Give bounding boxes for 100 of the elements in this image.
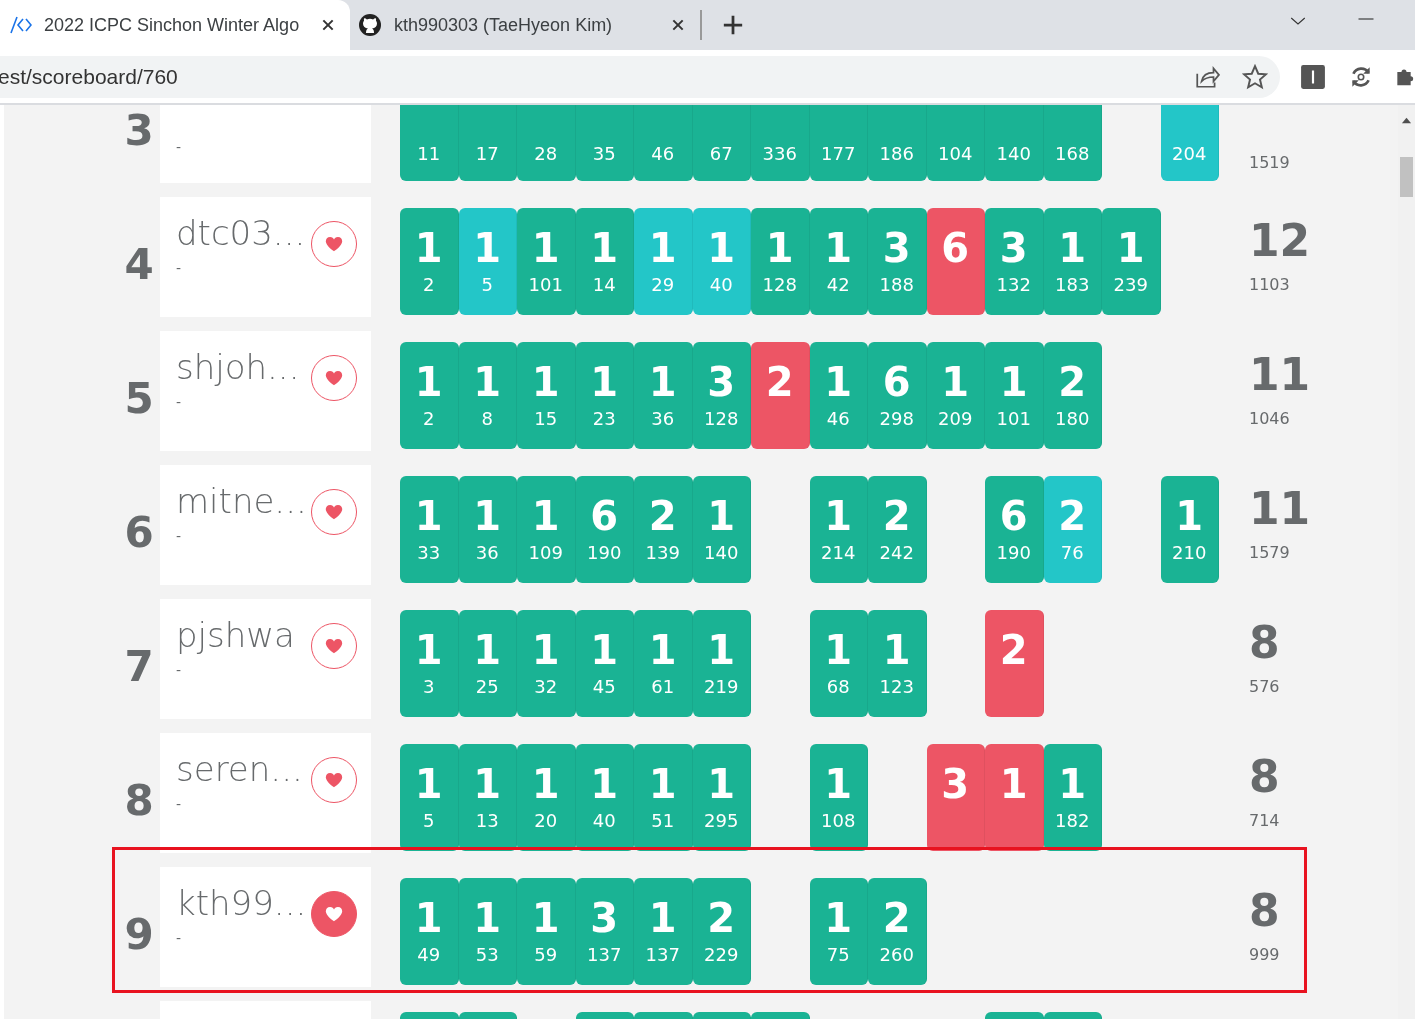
problem-cell: 46 [634,105,693,181]
problem-cell: 1 128 [751,208,810,315]
problem-cell: 1 32 [517,610,576,717]
rank-number: 4 [124,238,154,291]
browser-tab[interactable]: 2022 ICPC Sinchon Winter Algo [0,0,350,50]
problem-cell: 186 [868,105,927,181]
user-note: - [176,795,182,815]
problem-cell: 1 75 [809,878,868,985]
problem-cell: 1 40 [692,208,751,315]
problem-cell: 1 42 [809,208,868,315]
problem-cell: 17 [458,105,517,181]
problem-cell: 1 14 [575,208,634,315]
problem-cell: 104 [926,105,985,181]
favorite-button[interactable] [311,757,357,803]
favorite-button[interactable] [311,623,357,669]
problem-cell: 28 [517,105,576,181]
square-icon[interactable] [1300,63,1326,90]
problem-cell: 1 13 [458,744,517,851]
scroll-thumb[interactable] [1400,157,1413,197]
problem-cell: 2 260 [868,878,927,985]
problem-cell: 2 180 [1043,342,1102,449]
problem-cell: 1 8 [458,342,517,449]
problem-cell: 2 242 [868,476,927,583]
rank-number: 3 [124,105,154,157]
problem-cell: 1 36 [458,476,517,583]
problem-cell: 1 36 [634,342,693,449]
solved-count: 8 [1249,889,1280,933]
problem-cell: 1 59 [517,878,576,985]
problem-cell: 1 53 [458,878,517,985]
favorite-button[interactable] [311,489,357,535]
problem-cell: 1 49 [400,878,459,985]
problem-cell: 2 [751,342,810,449]
rank-number: 6 [124,506,154,559]
scroll-up-icon[interactable] [1401,115,1412,126]
problem-cell: 1 214 [809,476,868,583]
problem-cell: 1 109 [517,476,576,583]
problem-cell: 6 [926,208,985,315]
problem-cell: 1 [985,744,1044,851]
favorite-button[interactable] [311,221,357,267]
favorite-button[interactable] [311,891,357,937]
problem-cell: 1 123 [868,610,927,717]
problem-cell: 1 101 [517,208,576,315]
problem-cell: 1 210 [1160,476,1219,583]
browser-tab[interactable]: kth990303 (TaeHyeon Kim) [350,0,700,50]
problem-cell: 1 137 [634,878,693,985]
problem-cell: 2 [985,610,1044,717]
problem-cell: 1 61 [634,610,693,717]
close-icon[interactable] [320,17,336,33]
problem-cell: 1 40 [575,744,634,851]
user-name[interactable]: shjoh... [176,349,300,387]
close-icon[interactable] [670,17,686,33]
penalty-time: 1519 [1249,152,1290,174]
problem-cell: 1 23 [575,342,634,449]
problem-cell: 3 128 [692,342,751,449]
problem-cell: 1 101 [985,342,1044,449]
problem-cell: 177 [809,105,868,181]
problem-cell: 1 5 [458,208,517,315]
problem-cell: 1 183 [1043,208,1102,315]
problem-cell: 1 2 [400,208,459,315]
user-note: - [176,929,182,949]
star-icon[interactable] [1242,63,1268,90]
user-note: - [176,393,182,413]
problem-cell: 1 33 [400,476,459,583]
problem-cell: 3 188 [868,208,927,315]
problem-cell: 1 209 [926,342,985,449]
user-note: - [176,661,182,681]
favorite-button[interactable] [311,355,357,401]
user-note: - [176,527,182,547]
problem-cell: 1 108 [809,744,868,851]
user-name[interactable]: dtc03... [176,215,306,253]
problem-cell: 1 20 [517,744,576,851]
solved-count: 8 [1249,621,1280,665]
problem-cell: 1 295 [692,744,751,851]
user-name[interactable]: seren... [176,751,303,789]
problem-cell: 1 25 [458,610,517,717]
problem-cell: 1 140 [692,476,751,583]
user-name[interactable]: kth99... [176,885,307,923]
problem-cell: 3 [926,744,985,851]
problem-cell: 1 2 [400,342,459,449]
penalty-time: 999 [1249,944,1280,966]
problem-cell: 67 [692,105,751,181]
problem-cell: 2 76 [1043,476,1102,583]
rank-number: 8 [124,774,154,827]
problem-cell: 2 229 [692,878,751,985]
plus-icon[interactable] [722,14,744,36]
user-name[interactable]: pjshwa [176,617,295,655]
problem-cell: 3 137 [575,878,634,985]
penalty-time: 714 [1249,810,1280,832]
problem-cell: 204 [1160,105,1219,181]
solved-count: 11 [1249,353,1311,397]
penalty-time: 1046 [1249,408,1290,430]
penalty-time: 576 [1249,676,1280,698]
problem-cell: 11 [400,105,459,181]
problem-cell: 140 [985,105,1044,181]
problem-cell: 1 219 [692,610,751,717]
problem-cell: 1 29 [634,208,693,315]
user-name[interactable]: mitne... [176,483,307,521]
solved-count: 12 [1249,219,1311,263]
problem-cell: 1 15 [517,342,576,449]
penalty-time: 1579 [1249,542,1290,564]
